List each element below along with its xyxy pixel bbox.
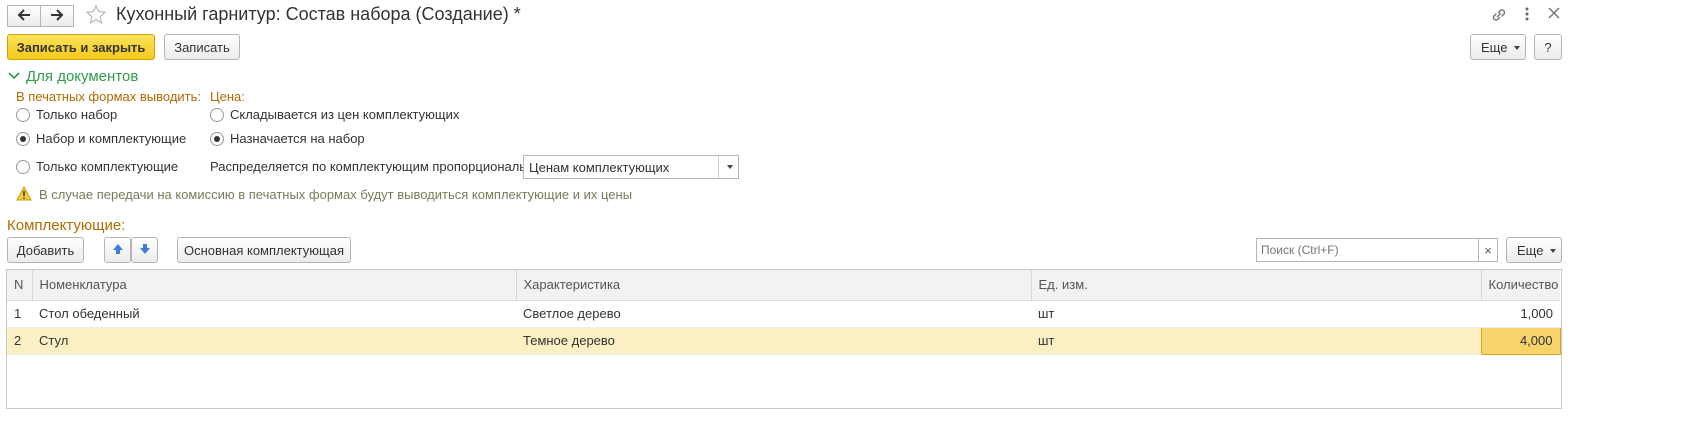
cell-item[interactable]: Стул bbox=[32, 327, 516, 355]
cell-characteristic[interactable]: Светлое дерево bbox=[516, 300, 1031, 328]
favorite-star-icon[interactable] bbox=[85, 4, 107, 29]
components-title: Комплектующие: bbox=[7, 217, 126, 234]
main-component-button[interactable]: Основная комплектующая bbox=[177, 237, 351, 263]
price-label: Цена: bbox=[210, 89, 245, 104]
table-row[interactable]: 1 Стол обеденный Светлое дерево шт 1,000 bbox=[7, 300, 1560, 328]
search-input[interactable] bbox=[1256, 238, 1479, 262]
arrow-left-icon bbox=[17, 8, 31, 24]
forward-button[interactable] bbox=[40, 5, 74, 27]
print-forms-label: В печатных формах выводить: bbox=[16, 89, 202, 104]
move-down-button[interactable] bbox=[131, 237, 158, 263]
components-table: N Номенклатура Характеристика Ед. изм. К… bbox=[7, 270, 1561, 355]
radio-price-on-set-label[interactable]: Назначается на набор bbox=[230, 131, 365, 146]
radio-price-from-components[interactable] bbox=[210, 108, 224, 122]
arrow-right-icon bbox=[50, 8, 64, 24]
move-up-button[interactable] bbox=[104, 237, 131, 263]
more-button[interactable]: Еще bbox=[1470, 34, 1526, 60]
cell-item[interactable]: Стол обеденный bbox=[32, 300, 516, 328]
chevron-down-icon bbox=[8, 69, 20, 84]
section-toggle[interactable]: Для документов bbox=[8, 68, 138, 85]
chevron-down-icon[interactable] bbox=[727, 165, 733, 169]
table-more-button[interactable]: Еще bbox=[1506, 237, 1562, 263]
chevron-down-icon bbox=[1514, 46, 1520, 50]
select-divider bbox=[718, 156, 719, 178]
radio-price-on-set[interactable] bbox=[210, 132, 224, 146]
save-and-close-button[interactable]: Записать и закрыть bbox=[7, 34, 155, 60]
distribute-select[interactable]: Ценам комплектующих bbox=[523, 155, 739, 179]
table-more-label: Еще bbox=[1517, 242, 1544, 258]
arrow-down-icon bbox=[139, 243, 151, 258]
radio-only-set[interactable] bbox=[16, 108, 30, 122]
radio-only-components-label[interactable]: Только комплектующие bbox=[36, 159, 178, 174]
distribute-label: Распределяется по комплектующим пропорци… bbox=[210, 159, 545, 174]
arrow-up-icon bbox=[112, 243, 124, 258]
column-header-unit[interactable]: Ед. изм. bbox=[1031, 270, 1482, 301]
cell-qty-active[interactable]: 4,000 bbox=[1480, 326, 1561, 355]
radio-only-components[interactable] bbox=[16, 160, 30, 174]
warning-icon bbox=[16, 185, 32, 204]
cell-n[interactable]: 2 bbox=[7, 327, 32, 355]
page-title: Кухонный гарнитур: Состав набора (Создан… bbox=[116, 4, 521, 24]
link-icon[interactable] bbox=[1490, 6, 1508, 27]
more-vertical-icon[interactable] bbox=[1520, 5, 1534, 26]
radio-only-set-label[interactable]: Только набор bbox=[36, 107, 117, 122]
cell-characteristic[interactable]: Темное дерево bbox=[516, 327, 1031, 355]
column-header-item[interactable]: Номенклатура bbox=[32, 270, 517, 301]
search-clear-button[interactable]: × bbox=[1478, 238, 1498, 262]
chevron-down-icon bbox=[1550, 249, 1556, 253]
back-button[interactable] bbox=[7, 5, 41, 27]
column-header-qty[interactable]: Количество bbox=[1481, 270, 1560, 301]
warning-text: В случае передачи на комиссию в печатных… bbox=[39, 187, 633, 202]
column-header-characteristic[interactable]: Характеристика bbox=[516, 270, 1032, 301]
table-header: N Номенклатура Характеристика Ед. изм. К… bbox=[7, 270, 1560, 301]
cell-n[interactable]: 1 bbox=[7, 300, 32, 328]
cell-unit[interactable]: шт bbox=[1031, 300, 1481, 328]
column-header-n[interactable]: N bbox=[7, 270, 33, 301]
distribute-select-value: Ценам комплектующих bbox=[529, 160, 670, 175]
radio-set-and-components-label[interactable]: Набор и комплектующие bbox=[36, 131, 186, 146]
table-row-selected[interactable]: 2 Стул Темное дерево шт 4,000 bbox=[7, 326, 1561, 355]
cell-unit[interactable]: шт bbox=[1031, 327, 1481, 355]
more-button-label: Еще bbox=[1481, 39, 1508, 55]
cell-qty[interactable]: 1,000 bbox=[1481, 300, 1560, 328]
close-icon[interactable] bbox=[1546, 5, 1562, 24]
add-button[interactable]: Добавить bbox=[7, 237, 84, 263]
radio-price-from-components-label[interactable]: Складывается из цен комплектующих bbox=[230, 107, 459, 122]
section-title: Для документов bbox=[26, 68, 139, 85]
save-button[interactable]: Записать bbox=[164, 34, 240, 60]
radio-set-and-components[interactable] bbox=[16, 132, 30, 146]
help-button[interactable]: ? bbox=[1534, 34, 1562, 60]
